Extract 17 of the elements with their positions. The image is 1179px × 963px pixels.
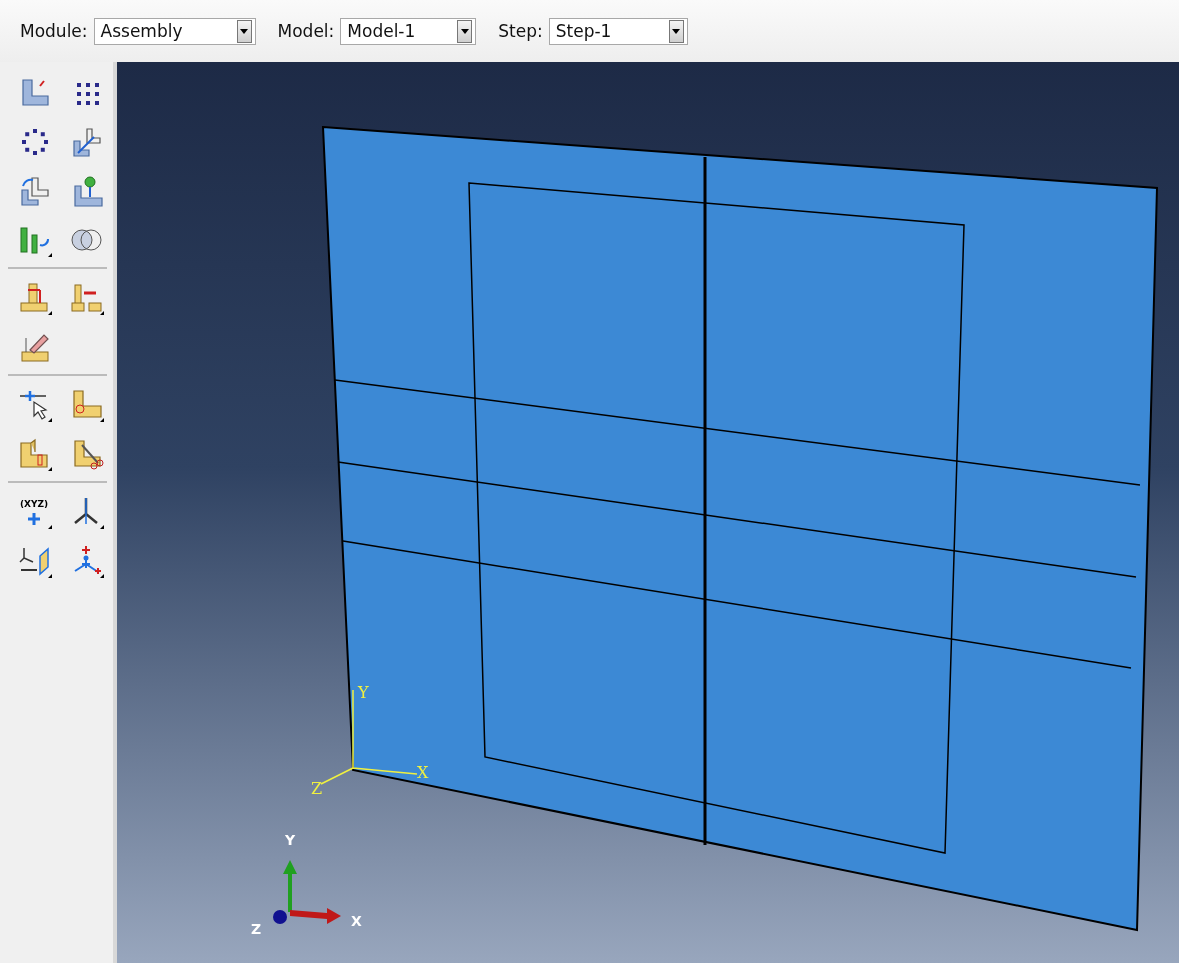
- axis-label: Z: [311, 779, 323, 798]
- axis-label: Y: [358, 683, 369, 702]
- dropdown[interactable]: Assembly: [93, 17, 256, 45]
- field-label: Model:: [277, 21, 335, 41]
- axis-label: X: [417, 763, 429, 782]
- axis-label: X: [351, 913, 362, 929]
- pointer-cursor-icon[interactable]: [18, 388, 52, 422]
- axis-label: Y: [284, 832, 296, 848]
- post-on-base-icon[interactable]: [18, 281, 52, 315]
- post-and-block-icon[interactable]: [70, 281, 104, 315]
- field-label: Module:: [20, 21, 88, 41]
- dropdown[interactable]: Step-1: [548, 17, 688, 45]
- dropdown[interactable]: Model-1: [340, 17, 477, 45]
- axis-triad-icon: [273, 860, 341, 924]
- l-block-with-circle-icon[interactable]: [70, 388, 104, 422]
- field-label: Step:: [498, 21, 543, 41]
- axis-label: Z: [251, 921, 262, 937]
